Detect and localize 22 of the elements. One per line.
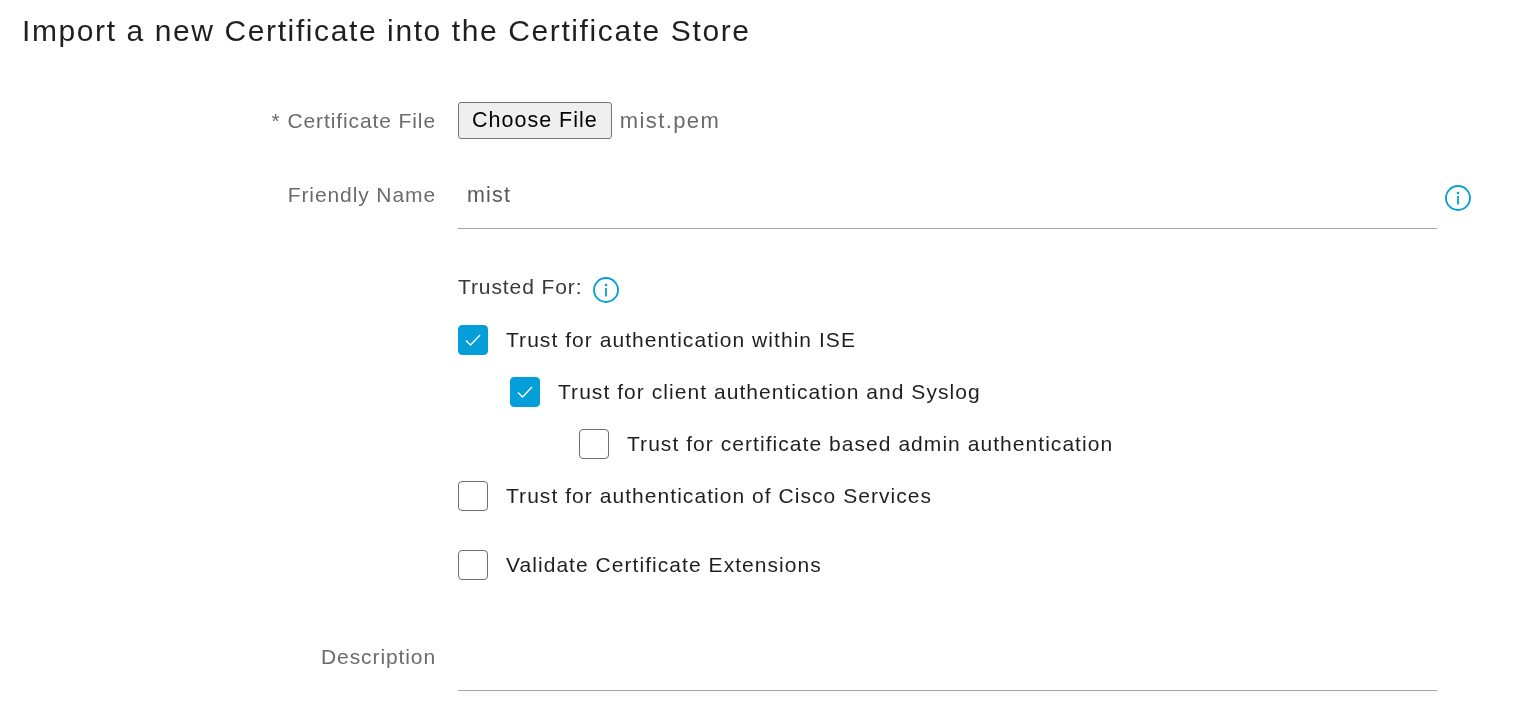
field-label: * Certificate File <box>270 108 436 133</box>
checkbox-label: Trust for authentication within ISE <box>506 328 856 352</box>
section-label: Trusted For: <box>458 275 583 299</box>
info-icon[interactable] <box>593 277 620 303</box>
checkbox[interactable] <box>458 481 488 511</box>
checkbox-label: Trust for client authentication and Syslog <box>558 380 981 404</box>
friendly-name-field[interactable]: mist <box>458 172 1437 229</box>
checkbox-label: Validate Certificate Extensions <box>506 553 822 577</box>
checkbox[interactable] <box>510 377 540 407</box>
page-title: Import a new Certificate into the Certificate Store <box>22 13 751 49</box>
field-label: Friendly Name <box>286 183 436 207</box>
checkbox[interactable] <box>458 550 488 580</box>
checkbox-label: Trust for certificate based admin authentication <box>627 432 1114 456</box>
file-name: mist.pem <box>619 107 721 134</box>
checkbox-label: Trust for authentication of Cisco Services <box>506 484 933 508</box>
field-label: Description <box>320 645 436 669</box>
checkbox[interactable] <box>579 429 609 459</box>
checkbox[interactable] <box>458 325 488 355</box>
check-icon <box>517 386 533 398</box>
check-icon <box>465 334 481 346</box>
info-icon[interactable] <box>1445 184 1471 211</box>
choose-file-button[interactable]: Choose File <box>458 102 612 139</box>
